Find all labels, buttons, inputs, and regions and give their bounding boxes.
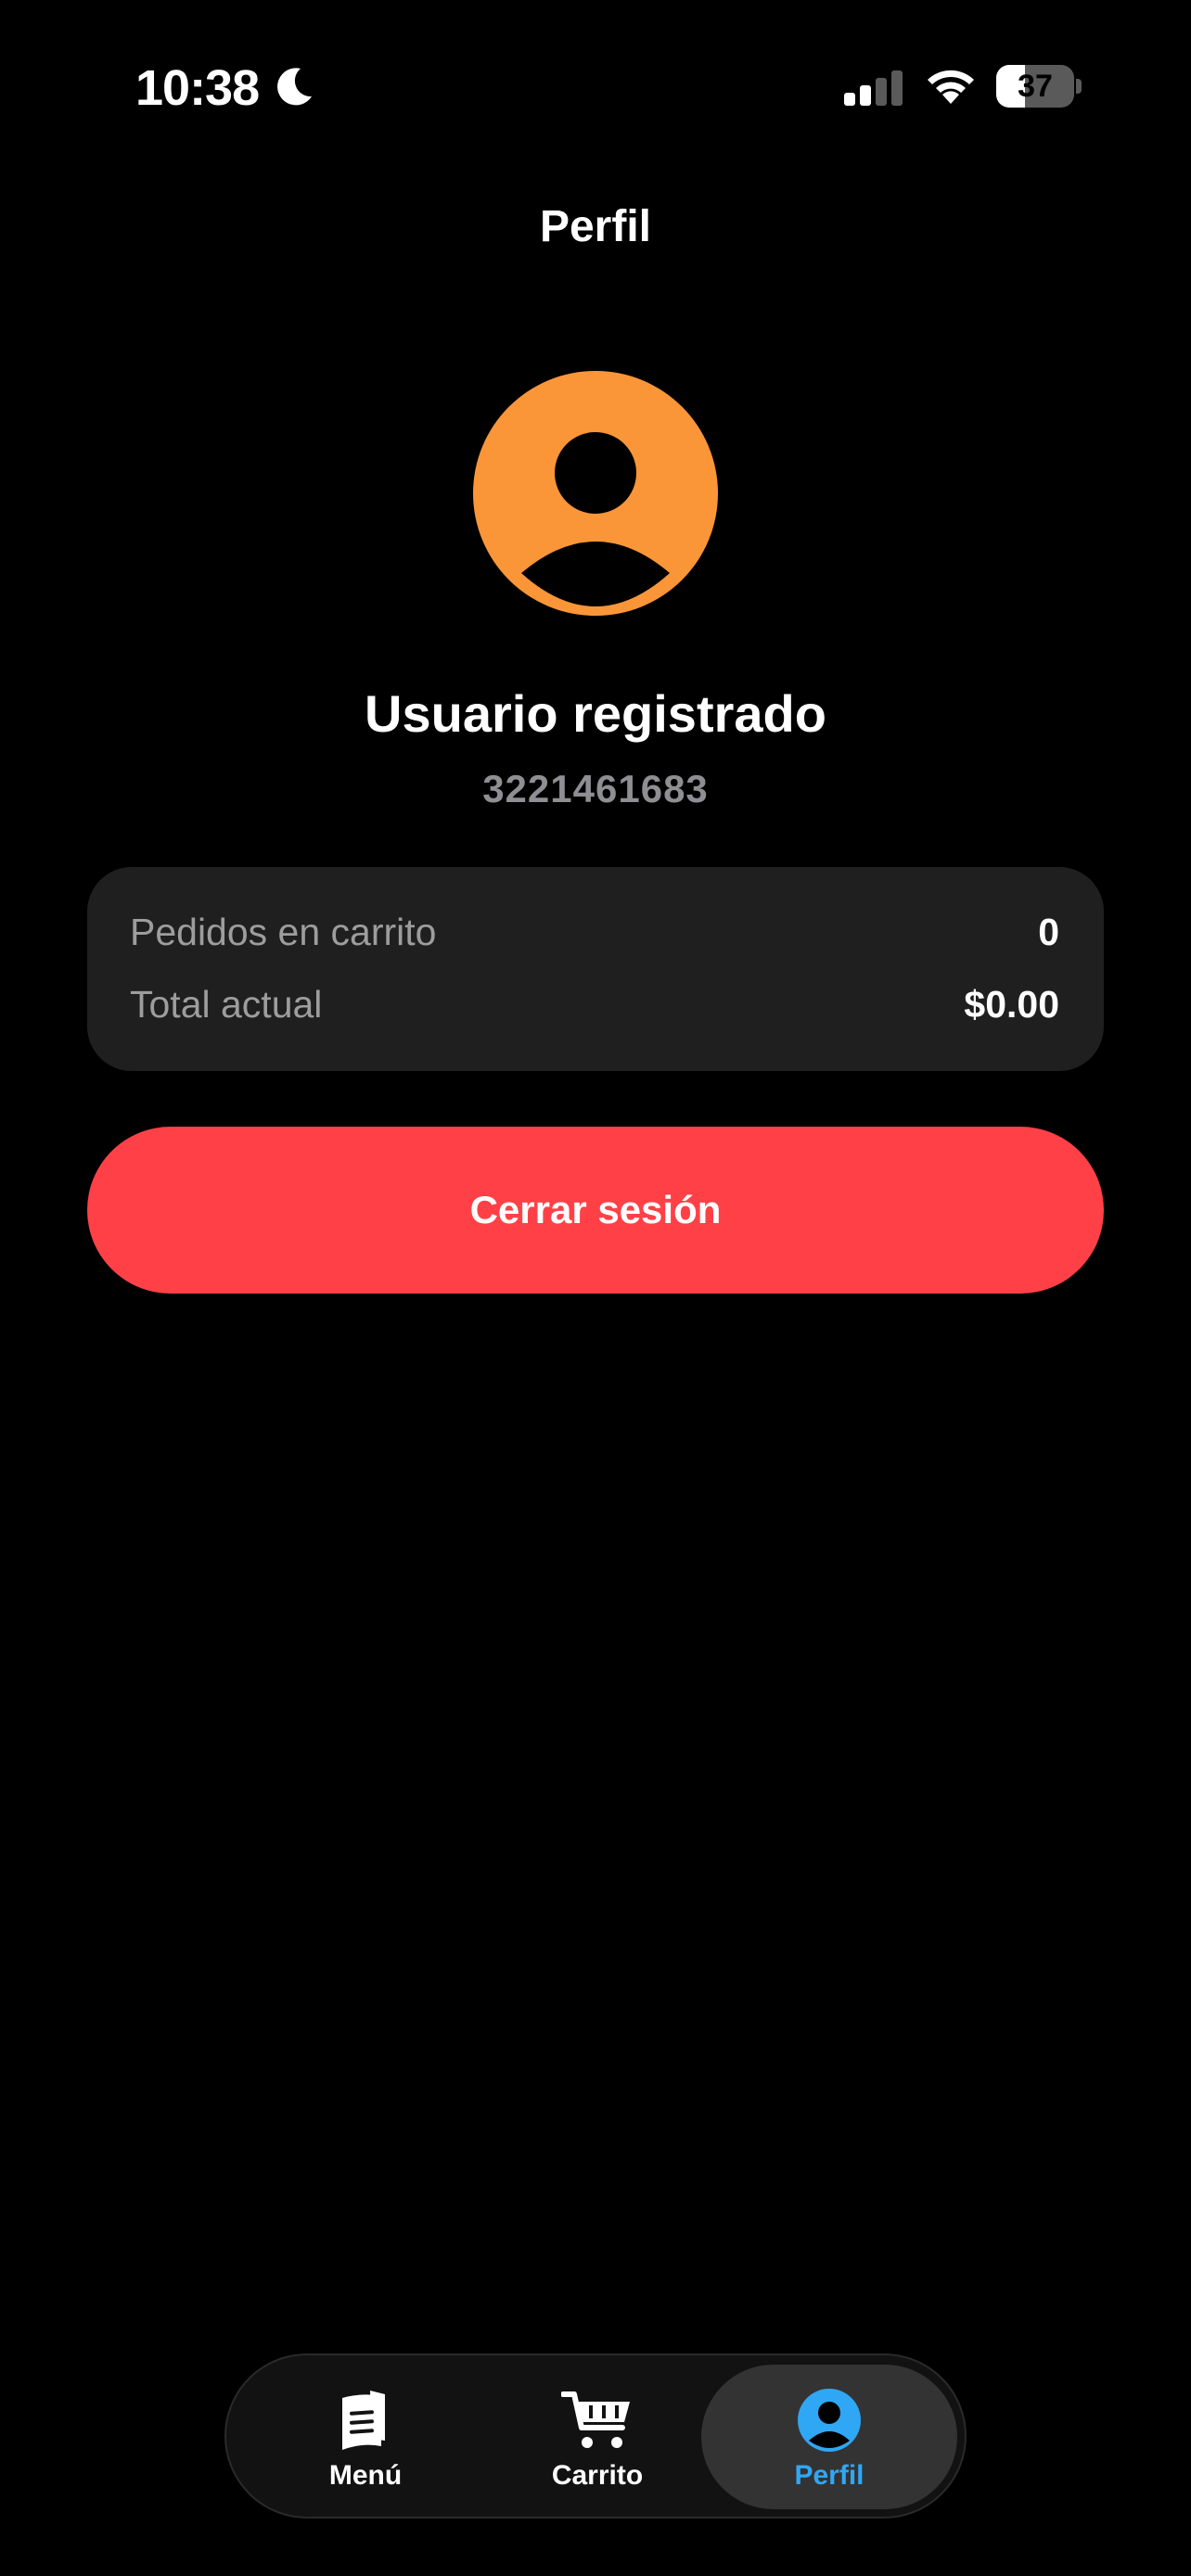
moon-icon bbox=[277, 68, 312, 106]
wifi-icon bbox=[928, 70, 974, 104]
logout-button-label: Cerrar sesión bbox=[469, 1188, 722, 1231]
status-bar: 10:38 37 bbox=[0, 0, 1191, 172]
tab-bar: Menú Carrito Perfil bbox=[224, 2353, 967, 2519]
user-phone: 3221461683 bbox=[482, 767, 709, 810]
page-title: Perfil bbox=[539, 202, 652, 251]
summary-label: Total actual bbox=[130, 982, 323, 1026]
cart-icon bbox=[561, 2391, 630, 2448]
profile-icon bbox=[798, 2389, 861, 2452]
summary-value: 0 bbox=[1038, 910, 1059, 953]
summary-value: $0.00 bbox=[964, 982, 1059, 1026]
user-name: Usuario registrado bbox=[365, 684, 826, 743]
status-time: 10:38 bbox=[135, 60, 260, 116]
battery-icon: 37 bbox=[996, 65, 1082, 108]
cart-summary-card: Pedidos en carrito 0 Total actual $0.00 bbox=[87, 867, 1104, 1071]
summary-row-total: Total actual $0.00 bbox=[130, 976, 1059, 1032]
tab-profile[interactable]: Perfil bbox=[701, 2365, 957, 2509]
tab-label: Perfil bbox=[794, 2460, 864, 2491]
person-icon bbox=[521, 432, 670, 606]
signal-icon bbox=[844, 70, 903, 106]
tab-menu[interactable]: Menú bbox=[237, 2365, 493, 2509]
battery-level: 37 bbox=[1018, 69, 1053, 104]
summary-label: Pedidos en carrito bbox=[130, 910, 437, 953]
menu-book-icon bbox=[342, 2391, 385, 2450]
avatar bbox=[473, 371, 718, 616]
tab-label: Menú bbox=[328, 2460, 403, 2491]
tab-label: Carrito bbox=[551, 2460, 644, 2491]
tab-cart[interactable]: Carrito bbox=[469, 2365, 725, 2509]
summary-row-orders: Pedidos en carrito 0 bbox=[130, 904, 1059, 960]
logout-button[interactable]: Cerrar sesión bbox=[87, 1127, 1104, 1294]
